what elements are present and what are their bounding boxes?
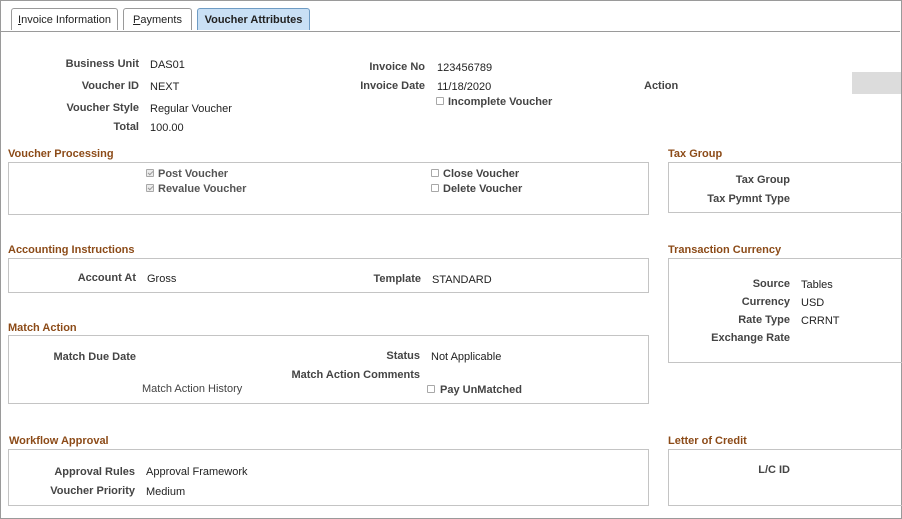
incomplete-voucher-label: Incomplete Voucher: [448, 96, 553, 108]
tab-payments-label: Payments: [133, 13, 182, 26]
template-label: Template: [373, 273, 421, 285]
template-value: STANDARD: [432, 274, 492, 286]
rate-type-value: CRRNT: [801, 315, 840, 327]
invoice-date-value: 11/18/2020: [437, 81, 492, 93]
match-status-label: Status: [386, 350, 420, 362]
accounting-instructions-title: Accounting Instructions: [8, 244, 135, 256]
tax-pymnt-type-label: Tax Pymnt Type: [707, 193, 790, 205]
lc-id-label: L/C ID: [758, 464, 790, 476]
source-value: Tables: [801, 279, 833, 291]
tab-bar: Invoice Information Payments Voucher Att…: [0, 0, 900, 32]
voucher-style-label: Voucher Style: [66, 102, 139, 114]
match-action-comments-label: Match Action Comments: [291, 369, 420, 381]
tab-voucher-attributes[interactable]: Voucher Attributes: [197, 8, 310, 30]
pay-unmatched-checkbox[interactable]: [427, 385, 435, 393]
business-unit-label: Business Unit: [65, 58, 139, 70]
voucher-style-value: Regular Voucher: [150, 103, 232, 115]
close-voucher-checkbox[interactable]: [431, 169, 439, 177]
total-value: 100.00: [150, 122, 184, 134]
voucher-processing-box: [8, 162, 649, 215]
workflow-approval-title: Workflow Approval: [9, 435, 109, 447]
tax-group-title: Tax Group: [668, 148, 723, 160]
delete-voucher-label: Delete Voucher: [443, 183, 523, 195]
tab-voucher-attributes-label: Voucher Attributes: [204, 13, 303, 26]
tax-group-label: Tax Group: [735, 174, 790, 186]
voucher-priority-label: Voucher Priority: [50, 485, 135, 497]
total-label: Total: [113, 121, 139, 133]
action-label: Action: [644, 80, 679, 92]
invoice-no-label: Invoice No: [369, 61, 425, 73]
match-status-value: Not Applicable: [431, 351, 502, 363]
transaction-currency-title: Transaction Currency: [668, 244, 782, 256]
revalue-voucher-checkbox: [146, 184, 154, 192]
rate-type-label: Rate Type: [738, 314, 790, 326]
match-due-date-label: Match Due Date: [53, 351, 136, 363]
tab-payments[interactable]: Payments: [123, 8, 192, 30]
exchange-rate-label: Exchange Rate: [711, 332, 790, 344]
action-dropdown[interactable]: [852, 72, 901, 94]
delete-voucher-checkbox[interactable]: [431, 184, 439, 192]
incomplete-voucher-checkbox[interactable]: [436, 97, 444, 105]
tab-invoice-information-label: Invoice Information: [18, 13, 111, 26]
post-voucher-checkbox: [146, 169, 154, 177]
match-action-title: Match Action: [8, 322, 77, 334]
voucher-id-value: NEXT: [150, 81, 180, 93]
voucher-id-label: Voucher ID: [81, 80, 139, 92]
source-label: Source: [752, 278, 790, 290]
post-voucher-label: Post Voucher: [158, 168, 229, 180]
approval-rules-label: Approval Rules: [54, 466, 135, 478]
letter-of-credit-box: [668, 449, 902, 506]
account-at-label: Account At: [77, 272, 136, 284]
transaction-currency-box: [668, 258, 902, 363]
currency-label: Currency: [741, 296, 790, 308]
account-at-value: Gross: [147, 273, 177, 285]
invoice-date-label: Invoice Date: [360, 80, 425, 92]
invoice-no-value: 123456789: [437, 62, 493, 74]
letter-of-credit-title: Letter of Credit: [668, 435, 747, 447]
voucher-processing-title: Voucher Processing: [8, 148, 114, 160]
pay-unmatched-label: Pay UnMatched: [440, 384, 522, 396]
business-unit-value: DAS01: [150, 59, 185, 71]
tab-invoice-information[interactable]: Invoice Information: [11, 8, 118, 30]
close-voucher-label: Close Voucher: [443, 168, 520, 180]
tax-group-box: [668, 162, 902, 213]
approval-rules-value: Approval Framework: [146, 466, 248, 478]
revalue-voucher-label: Revalue Voucher: [158, 183, 247, 195]
currency-value: USD: [801, 297, 825, 309]
match-action-history-link[interactable]: Match Action History: [142, 383, 242, 395]
voucher-priority-value: Medium: [146, 486, 186, 498]
